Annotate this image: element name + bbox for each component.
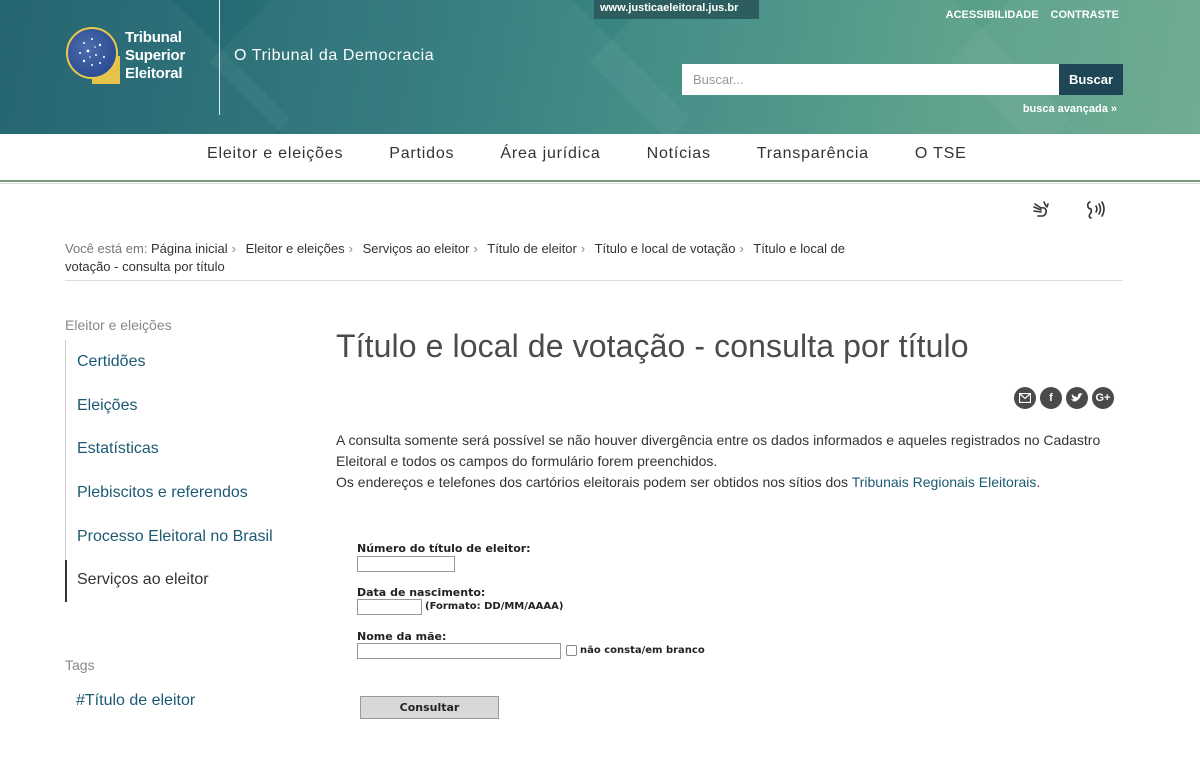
breadcrumb-item[interactable]: Serviços ao eleitor <box>363 241 470 256</box>
breadcrumb: Você está em: Página inicial › Eleitor e … <box>65 240 855 276</box>
tre-sites-link[interactable]: Tribunais Regionais Eleitorais <box>852 474 1037 490</box>
nav-item-noticias[interactable]: Notícias <box>647 144 711 164</box>
sidebar-item-plebiscitos[interactable]: Plebiscitos e referendos <box>77 482 248 504</box>
breadcrumb-item[interactable]: Título e local de votação <box>595 241 736 256</box>
mother-name-input[interactable] <box>357 643 561 659</box>
breadcrumb-prefix: Você está em: <box>65 241 148 256</box>
tag-link[interactable]: #Título de eleitor <box>76 692 195 710</box>
breadcrumb-separator-icon: › <box>231 241 236 256</box>
sidebar-heading: Eleitor e eleições <box>65 317 172 333</box>
breadcrumb-item[interactable]: Eleitor e eleições <box>246 241 345 256</box>
intro-paragraph: A consulta somente será possível se não … <box>336 432 1101 469</box>
title-number-label: Número do título de eleitor: <box>357 542 531 555</box>
sidebar-item-processo-eleitoral[interactable]: Processo Eleitoral no Brasil <box>77 526 273 548</box>
birth-date-hint: (Formato: DD/MM/AAAA) <box>425 601 564 612</box>
nav-item-transparencia[interactable]: Transparência <box>757 144 869 164</box>
accessibility-link[interactable]: ACESSIBILIDADE <box>946 9 1039 21</box>
sidebar-item-estatisticas[interactable]: Estatísticas <box>77 438 159 460</box>
top-links: ACESSIBILIDADE CONTRASTE <box>946 9 1119 21</box>
main-nav: Eleitor e eleições Partidos Área jurídic… <box>0 134 1200 184</box>
twitter-icon[interactable] <box>1066 387 1088 409</box>
nav-item-partidos[interactable]: Partidos <box>389 144 454 164</box>
sidebar-active-indicator <box>65 560 67 602</box>
contrast-link[interactable]: CONTRASTE <box>1051 9 1119 21</box>
sidebar-item-servicos[interactable]: Serviços ao eleitor <box>77 569 209 591</box>
advanced-search-link[interactable]: busca avançada » <box>1023 103 1117 115</box>
sidebar-menu: Certidões Eleições Estatísticas Plebisci… <box>65 340 305 602</box>
justica-eleitoral-link[interactable]: www.justicaeleitoral.jus.br <box>594 0 759 19</box>
google-plus-icon[interactable]: G+ <box>1092 387 1114 409</box>
intro-paragraph: Os endereços e telefones dos cartórios e… <box>336 474 1041 490</box>
nav-item-o-tse[interactable]: O TSE <box>915 144 967 164</box>
logo-stars-icon <box>79 38 105 66</box>
sign-language-icon[interactable] <box>1029 198 1053 222</box>
search-button[interactable]: Buscar <box>1059 64 1123 95</box>
mother-blank-label: não consta/em branco <box>580 645 705 656</box>
header-divider <box>219 0 220 115</box>
consultar-button[interactable]: Consultar <box>360 696 499 719</box>
search-input[interactable] <box>682 64 1059 95</box>
tagline: O Tribunal da Democracia <box>234 47 435 64</box>
nav-divider <box>0 180 1200 182</box>
breadcrumb-separator-icon: › <box>348 241 353 256</box>
sidebar-item-certidoes[interactable]: Certidões <box>77 351 145 373</box>
breadcrumb-item[interactable]: Título de eleitor <box>487 241 577 256</box>
audio-description-icon[interactable] <box>1083 198 1107 222</box>
site-header: Tribunal Superior Eleitoral O Tribunal d… <box>0 0 1200 134</box>
birth-date-input[interactable] <box>357 599 422 615</box>
nav-item-area-juridica[interactable]: Área jurídica <box>500 144 600 164</box>
title-number-input[interactable] <box>357 556 455 572</box>
breadcrumb-divider <box>65 280 1123 281</box>
breadcrumb-separator-icon: › <box>580 241 586 256</box>
share-buttons: f G+ <box>1014 387 1114 409</box>
breadcrumb-separator-icon: › <box>473 241 478 256</box>
sidebar-item-eleicoes[interactable]: Eleições <box>77 395 137 417</box>
nav-item-eleitor[interactable]: Eleitor e eleições <box>207 144 343 164</box>
mother-name-label: Nome da mãe: <box>357 630 447 643</box>
email-icon[interactable] <box>1014 387 1036 409</box>
nav-divider-light <box>0 183 1200 184</box>
mother-blank-checkbox[interactable] <box>566 645 577 656</box>
page-title: Título e local de votação - consulta por… <box>336 328 969 364</box>
facebook-icon[interactable]: f <box>1040 387 1062 409</box>
breadcrumb-item[interactable]: Página inicial <box>151 241 228 256</box>
birth-date-label: Data de nascimento: <box>357 586 486 599</box>
tags-heading: Tags <box>65 657 95 673</box>
intro-text: A consulta somente será possível se não … <box>336 430 1116 493</box>
breadcrumb-separator-icon: › <box>739 241 744 256</box>
logo-wordmark: Tribunal Superior Eleitoral <box>125 29 186 82</box>
